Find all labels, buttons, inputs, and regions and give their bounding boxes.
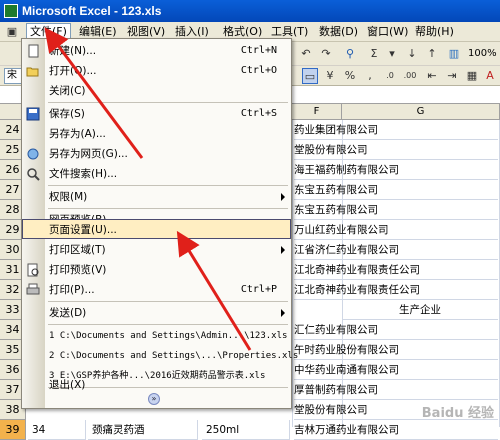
arrow-to-file-menu bbox=[44, 27, 144, 159]
arrow-to-page-setup bbox=[176, 230, 252, 351]
watermark: Baidu 经验 bbox=[421, 406, 494, 421]
annotation-arrows bbox=[44, 27, 252, 351]
